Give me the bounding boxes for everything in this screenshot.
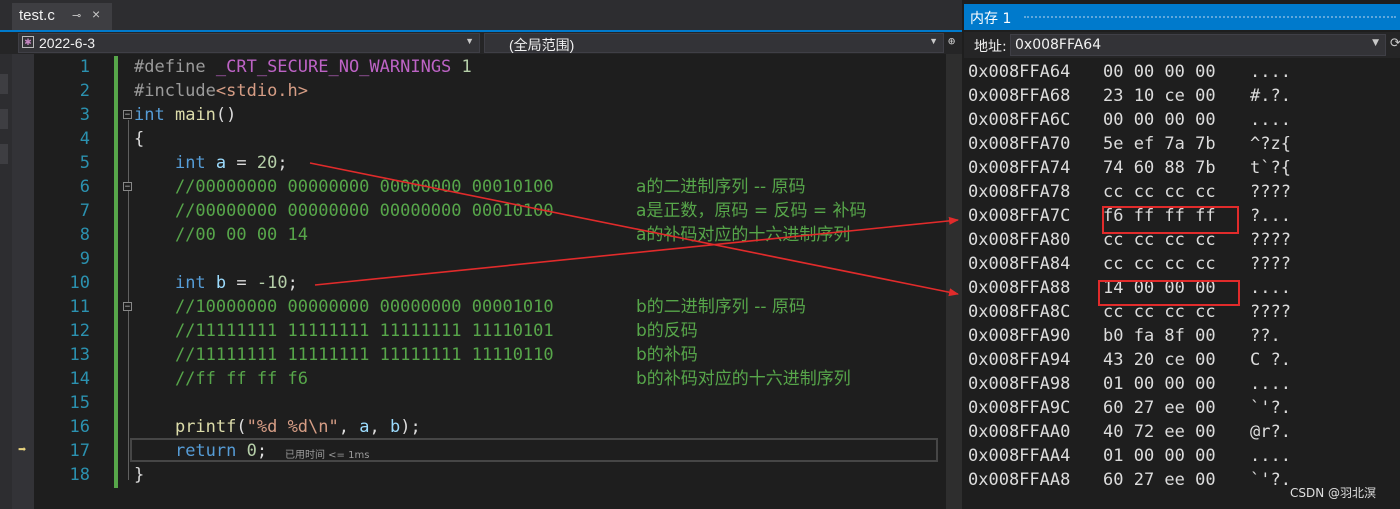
- arrow-a-to-memory: [309, 162, 959, 297]
- watermark: CSDN @羽北溟: [1290, 486, 1377, 500]
- annotation-arrows: [309, 162, 959, 297]
